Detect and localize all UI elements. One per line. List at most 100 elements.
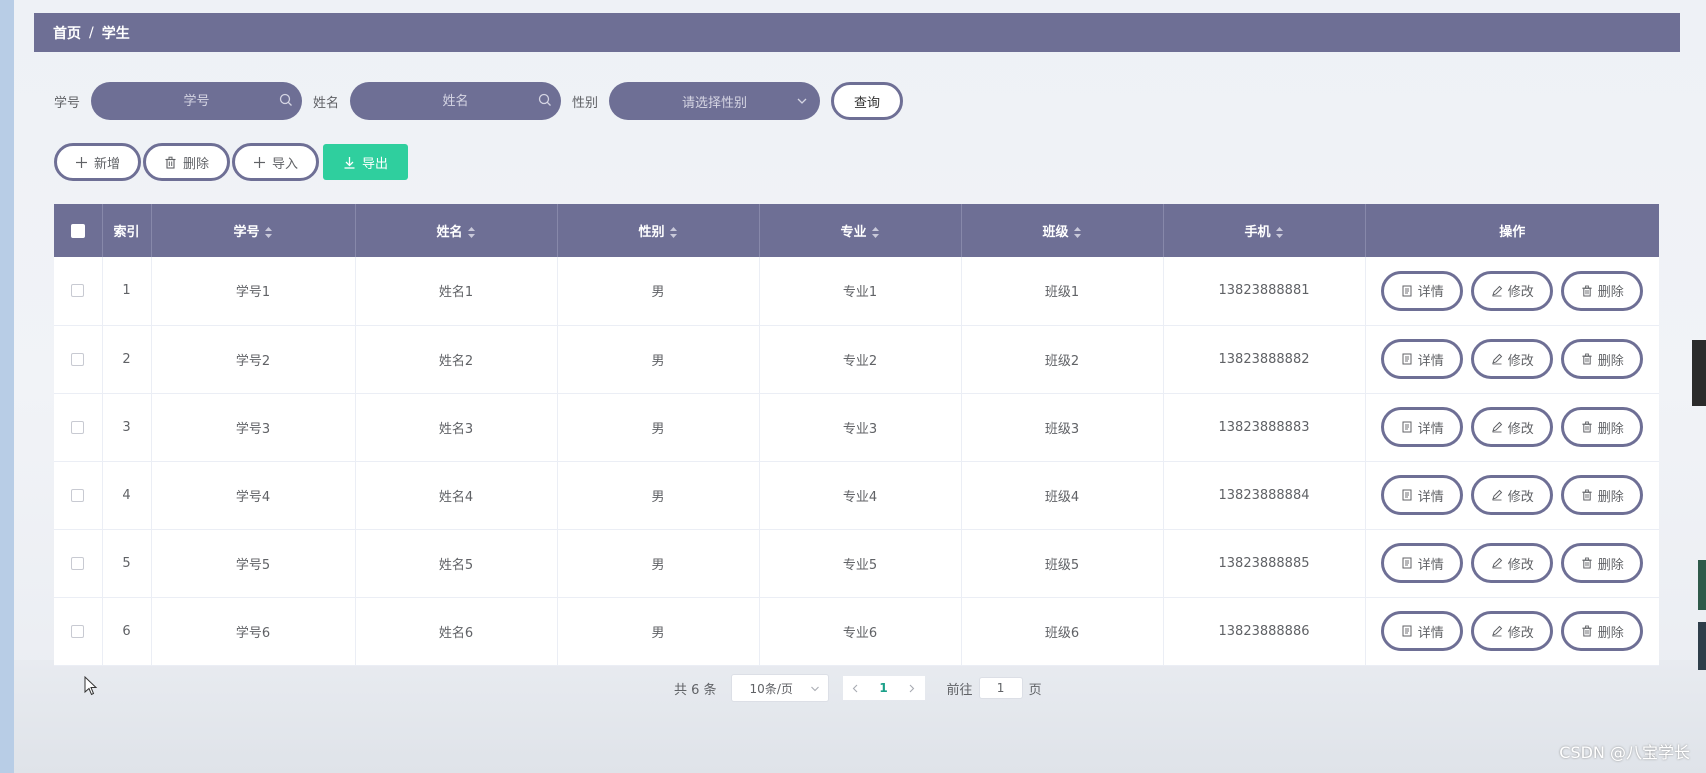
cell-name: 姓名2 — [355, 325, 558, 393]
row-delete-button-label: 删除 — [1597, 353, 1624, 369]
row-delete-button[interactable]: 删除 — [1561, 339, 1644, 379]
student-id-input[interactable] — [91, 82, 303, 120]
row-checkbox[interactable] — [71, 556, 85, 570]
cell-student-id: 学号4 — [151, 461, 356, 529]
row-delete-button-label: 删除 — [1597, 421, 1624, 437]
edit-button-label: 修改 — [1507, 557, 1534, 573]
prev-page-button[interactable] — [843, 676, 869, 700]
cell-name: 姓名1 — [355, 257, 558, 325]
export-button[interactable]: 导出 — [323, 144, 409, 180]
pencil-icon — [1491, 625, 1502, 637]
cell-class: 班级3 — [961, 393, 1164, 461]
sort-icon — [871, 227, 879, 238]
detail-button[interactable]: 详情 — [1381, 475, 1464, 515]
delete-button[interactable]: 删除 — [143, 143, 231, 181]
cell-major: 专业5 — [759, 529, 962, 597]
row-delete-button[interactable]: 删除 — [1561, 270, 1644, 311]
header-class-label: 班级 — [1042, 225, 1069, 240]
row-select-cell — [54, 597, 103, 665]
breadcrumb-current: 学生 — [101, 25, 130, 42]
chevron-down-icon — [797, 98, 807, 104]
row-delete-button[interactable]: 删除 — [1561, 543, 1644, 583]
pencil-icon — [1491, 353, 1502, 365]
edit-button[interactable]: 修改 — [1471, 270, 1554, 311]
row-checkbox[interactable] — [71, 352, 85, 366]
row-checkbox[interactable] — [71, 624, 85, 638]
select-all-checkbox[interactable] — [70, 223, 85, 238]
name-input[interactable] — [350, 82, 562, 120]
cell-class: 班级4 — [961, 461, 1164, 529]
name-label: 姓名 — [313, 95, 340, 111]
header-name-label: 姓名 — [436, 225, 463, 240]
detail-button-label: 详情 — [1417, 285, 1444, 301]
cell-index: 6 — [102, 597, 152, 665]
cell-index: 3 — [102, 393, 152, 461]
header-class[interactable]: 班级 — [961, 204, 1164, 257]
breadcrumb-home[interactable]: 首页 — [53, 23, 81, 43]
detail-button[interactable]: 详情 — [1381, 611, 1464, 651]
trash-icon — [1582, 421, 1592, 433]
table-row: 4 学号4 姓名4 男 专业4 班级4 13823888884 详情 修改 删除 — [54, 461, 1659, 529]
goto-label: 前往 — [946, 682, 973, 698]
edit-button[interactable]: 修改 — [1471, 475, 1554, 515]
page-number-current[interactable]: 1 — [869, 676, 899, 700]
cell-major: 专业4 — [759, 461, 962, 529]
row-delete-button[interactable]: 删除 — [1561, 611, 1644, 651]
detail-button[interactable]: 详情 — [1381, 339, 1464, 379]
cell-phone: 13823888881 — [1163, 257, 1366, 325]
row-delete-button[interactable]: 删除 — [1561, 407, 1644, 447]
trash-icon — [1582, 557, 1592, 569]
row-checkbox[interactable] — [71, 420, 85, 434]
edit-button[interactable]: 修改 — [1471, 407, 1554, 447]
header-student-id[interactable]: 学号 — [151, 204, 356, 257]
page-size-select[interactable]: 10条/页 — [730, 674, 829, 702]
add-button[interactable]: 新增 — [54, 143, 142, 181]
table-row: 2 学号2 姓名2 男 专业2 班级2 13823888882 详情 修改 删除 — [54, 325, 1659, 393]
trash-icon — [1582, 353, 1592, 365]
detail-button[interactable]: 详情 — [1381, 543, 1464, 583]
cell-class: 班级1 — [961, 257, 1164, 325]
table-header-row: 索引 学号 姓名 性别 专业 班级 手机 操作 — [54, 204, 1659, 257]
gender-select[interactable]: 请选择性别 — [609, 82, 821, 120]
cell-class: 班级2 — [961, 325, 1164, 393]
cell-student-id: 学号3 — [151, 393, 356, 461]
detail-button[interactable]: 详情 — [1381, 270, 1464, 311]
row-checkbox[interactable] — [71, 488, 85, 502]
detail-button-label: 详情 — [1417, 353, 1444, 369]
header-phone-label: 手机 — [1244, 225, 1271, 240]
edit-button[interactable]: 修改 — [1471, 339, 1554, 379]
next-page-button[interactable] — [899, 676, 925, 700]
document-icon — [1402, 557, 1412, 569]
chevron-down-icon — [810, 686, 819, 692]
header-major[interactable]: 专业 — [759, 204, 962, 257]
chevron-right-icon — [909, 684, 915, 692]
goto-page-input[interactable] — [978, 677, 1023, 699]
edit-button[interactable]: 修改 — [1471, 543, 1554, 583]
row-delete-button-label: 删除 — [1597, 489, 1624, 505]
detail-button[interactable]: 详情 — [1381, 407, 1464, 447]
header-ops: 操作 — [1499, 225, 1526, 240]
edit-button-label: 修改 — [1507, 489, 1534, 505]
breadcrumb-separator: / — [89, 24, 94, 41]
import-button[interactable]: 导入 — [232, 143, 320, 181]
cell-phone: 13823888886 — [1163, 597, 1366, 665]
header-gender[interactable]: 性别 — [557, 204, 760, 257]
student-table: 索引 学号 姓名 性别 专业 班级 手机 操作 1 学号1 姓名1 男 专业1 … — [54, 204, 1659, 666]
sort-icon — [264, 227, 272, 238]
cell-ops: 详情 修改 删除 — [1365, 597, 1659, 665]
detail-button-label: 详情 — [1417, 625, 1444, 641]
cell-gender: 男 — [557, 529, 760, 597]
cell-ops: 详情 修改 删除 — [1365, 257, 1659, 325]
edit-button[interactable]: 修改 — [1471, 611, 1554, 651]
cell-major: 专业1 — [759, 257, 962, 325]
cell-index: 1 — [102, 257, 152, 325]
header-name[interactable]: 姓名 — [355, 204, 558, 257]
row-checkbox[interactable] — [71, 284, 85, 298]
row-delete-button[interactable]: 删除 — [1561, 475, 1644, 515]
query-button[interactable]: 查询 — [831, 82, 904, 120]
cell-name: 姓名5 — [355, 529, 558, 597]
pencil-icon — [1491, 285, 1502, 297]
header-phone[interactable]: 手机 — [1163, 204, 1366, 257]
side-collapse-tab[interactable] — [1692, 340, 1706, 406]
watermark: CSDN @八宝学长 — [1559, 743, 1690, 762]
